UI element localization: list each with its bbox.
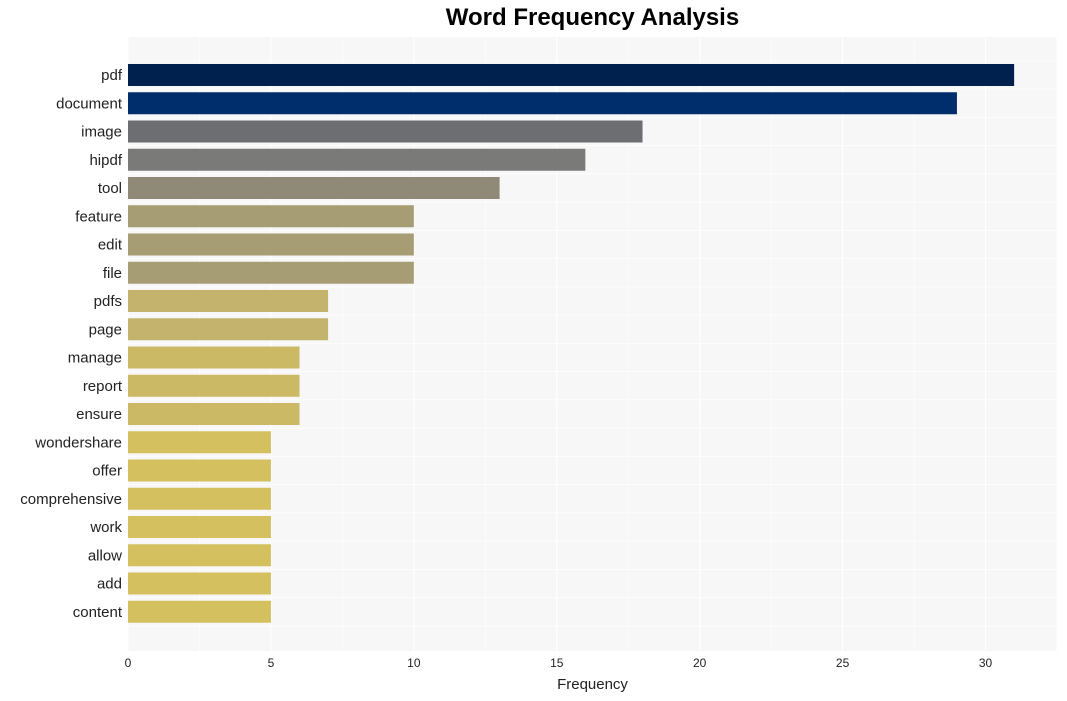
x-tick-label: 5 (268, 656, 275, 670)
y-tick-label: page (89, 321, 122, 338)
y-tick-label: edit (98, 237, 123, 254)
bar-document (128, 92, 957, 115)
bar-chart: pdf document image hipdf tool feature edit file… (20, 37, 1058, 693)
x-axis-ticks: 0 5 10 15 20 25 30 (125, 656, 993, 670)
y-tick-label: file (103, 265, 122, 282)
bar-image (128, 120, 643, 143)
y-axis-labels: pdf document image hipdf tool feature edit file… (20, 67, 123, 621)
bar-tool (128, 177, 500, 199)
bar-page (128, 318, 329, 341)
x-tick-label: 30 (979, 656, 993, 670)
bar-pdfs (128, 290, 329, 312)
bar-allow (128, 544, 271, 567)
y-tick-label: image (81, 124, 122, 141)
bar-manage (128, 346, 300, 369)
bar-content (128, 600, 271, 623)
bar-edit (128, 233, 414, 256)
y-tick-label: tool (98, 180, 122, 197)
y-tick-label: wondershare (34, 434, 122, 451)
y-tick-label: ensure (76, 406, 122, 423)
x-tick-label: 15 (550, 656, 564, 670)
bar-comprehensive (128, 487, 271, 510)
bar-ensure (128, 403, 300, 425)
y-tick-label: pdfs (94, 293, 122, 310)
bar-work (128, 516, 271, 538)
y-tick-label: comprehensive (20, 491, 122, 508)
y-tick-label: allow (88, 547, 122, 564)
y-tick-label: report (83, 378, 123, 395)
x-tick-label: 10 (407, 656, 421, 670)
y-tick-label: pdf (101, 67, 123, 84)
y-tick-label: manage (68, 350, 122, 367)
x-tick-label: 20 (693, 656, 707, 670)
bar-file (128, 261, 414, 284)
bar-hipdf (128, 148, 586, 171)
y-tick-label: document (56, 95, 123, 112)
y-tick-label: hipdf (89, 152, 122, 169)
y-tick-label: offer (92, 463, 122, 480)
bar-pdf (128, 64, 1015, 86)
y-tick-label: content (73, 604, 123, 621)
bar-wondershare (128, 431, 271, 454)
x-tick-label: 0 (125, 656, 132, 670)
y-tick-label: work (89, 519, 122, 536)
bar-report (128, 374, 300, 397)
x-axis-title: Frequency (557, 676, 628, 693)
x-tick-label: 25 (836, 656, 850, 670)
y-tick-label: add (97, 576, 122, 593)
y-tick-label: feature (75, 208, 122, 225)
bar-offer (128, 459, 271, 482)
bar-feature (128, 205, 414, 228)
bar-add (128, 572, 271, 595)
